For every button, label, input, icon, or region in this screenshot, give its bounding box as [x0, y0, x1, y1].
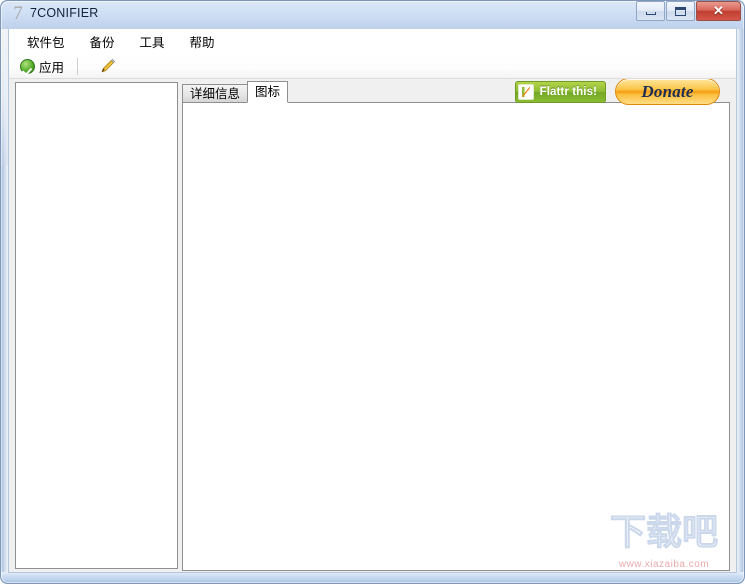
- client-area: 详细信息 图标 Flattr this! Donate: [8, 78, 737, 573]
- maximize-icon: [667, 2, 694, 20]
- minimize-button[interactable]: [636, 1, 665, 21]
- donate-button-label: Donate: [641, 81, 694, 101]
- application-window: 7 7CONIFIER ✕ 软件包 备份 工具 帮助 应用 详细信息 图标 Fl…: [0, 0, 745, 584]
- maximize-button[interactable]: [666, 1, 695, 21]
- tab-panel-icons[interactable]: [182, 102, 730, 571]
- flattr-logo-icon: [517, 83, 534, 100]
- donate-button[interactable]: Donate: [615, 78, 720, 105]
- close-button[interactable]: ✕: [696, 1, 741, 21]
- window-frame-right: [737, 29, 745, 575]
- toolbar: 应用: [8, 54, 737, 79]
- green-check-icon: [20, 58, 35, 74]
- tab-strip: 详细信息 图标: [182, 81, 289, 103]
- tab-control: 详细信息 图标 Flattr this! Donate: [182, 78, 730, 571]
- menu-bar: 软件包 备份 工具 帮助: [8, 29, 737, 54]
- app-7-icon: 7: [13, 3, 23, 24]
- apply-button[interactable]: 应用: [15, 56, 69, 77]
- window-frame-bottom: [0, 572, 745, 584]
- tab-details[interactable]: 详细信息: [182, 84, 249, 103]
- promo-button-group: Flattr this! Donate: [514, 78, 720, 105]
- menu-item-backup[interactable]: 备份: [80, 29, 125, 54]
- edit-button[interactable]: [88, 56, 122, 77]
- toolbar-separator: [77, 57, 79, 75]
- caption-button-group: ✕: [635, 1, 741, 22]
- menu-item-packages[interactable]: 软件包: [17, 29, 75, 54]
- window-frame-left-highlight: [0, 29, 8, 165]
- close-icon: ✕: [713, 3, 724, 18]
- package-list-panel[interactable]: [15, 82, 178, 569]
- flattr-button-label: Flattr this!: [539, 85, 597, 98]
- window-title: 7CONIFIER: [30, 6, 99, 20]
- menu-item-tools[interactable]: 工具: [130, 29, 175, 54]
- tab-icons[interactable]: 图标: [247, 81, 289, 103]
- title-bar[interactable]: 7 7CONIFIER ✕: [0, 0, 745, 29]
- pencil-icon: [99, 57, 117, 75]
- apply-button-label: 应用: [39, 60, 65, 75]
- minimize-icon: [637, 2, 664, 20]
- flattr-button[interactable]: Flattr this!: [514, 80, 606, 103]
- menu-item-help[interactable]: 帮助: [180, 29, 225, 54]
